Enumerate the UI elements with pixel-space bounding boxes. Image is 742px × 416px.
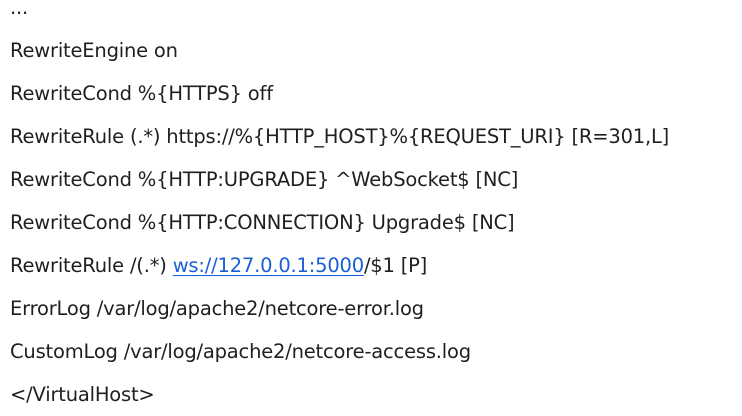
websocket-link[interactable]: ws://127.0.0.1:5000	[173, 254, 364, 277]
custom-log-line: CustomLog /var/log/apache2/netcore-acces…	[10, 340, 471, 363]
rewrite-cond-upgrade-line: RewriteCond %{HTTP:UPGRADE} ^WebSocket$ …	[10, 168, 519, 191]
rewrite-cond-connection-line: RewriteCond %{HTTP:CONNECTION} Upgrade$ …	[10, 211, 515, 234]
rewrite-rule-prefix: RewriteRule /(.*)	[10, 254, 173, 277]
rewrite-rule-https-line: RewriteRule (.*) https://%{HTTP_HOST}%{R…	[10, 125, 670, 148]
rewrite-rule-websocket-line: RewriteRule /(.*) ws://127.0.0.1:5000/$1…	[10, 244, 742, 287]
rewrite-rule-suffix: /$1 [P]	[363, 254, 428, 277]
rewrite-cond-https-line: RewriteCond %{HTTPS} off	[10, 82, 273, 105]
config-document: ... RewriteEngine on RewriteCond %{HTTPS…	[10, 0, 742, 416]
rewrite-engine-line: RewriteEngine on	[10, 39, 178, 62]
ellipsis-line: ...	[10, 0, 28, 19]
error-log-line: ErrorLog /var/log/apache2/netcore-error.…	[10, 297, 424, 320]
virtualhost-close-line: </VirtualHost>	[10, 383, 155, 406]
